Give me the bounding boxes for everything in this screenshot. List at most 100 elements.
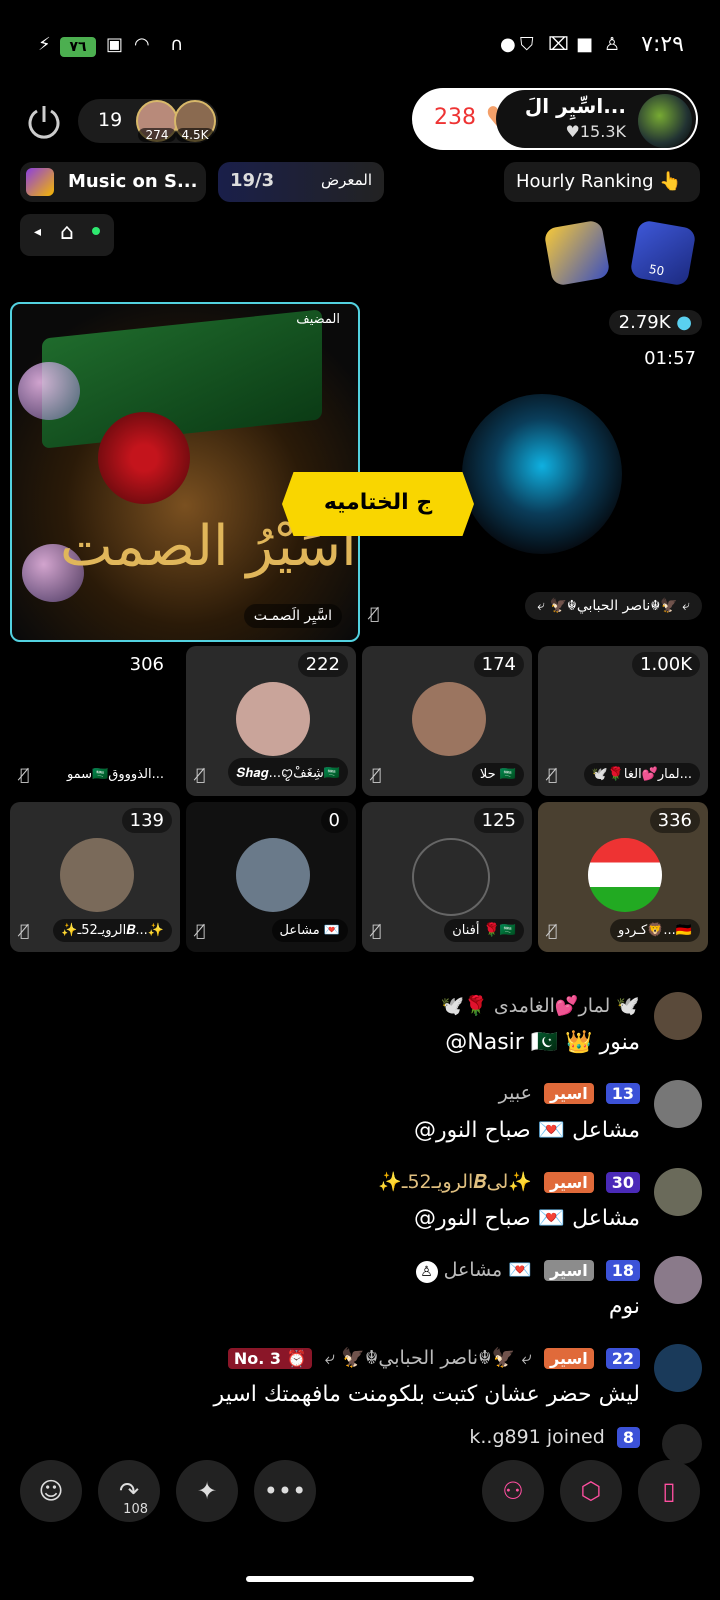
app-notification-icon: ▣ xyxy=(106,34,124,55)
home-icon[interactable]: ⌂ xyxy=(60,220,74,245)
guest-avatar xyxy=(412,682,486,756)
more-icon: ••• xyxy=(263,1477,307,1505)
chat-username: مشاعل 💌 xyxy=(443,1259,532,1281)
rank-badge: No. 3 ⏰ xyxy=(227,1348,313,1369)
mic-muted-icon: 🎙̸ xyxy=(20,765,30,784)
guest-seat[interactable]: 0 مشاعل 💌 🎙̸ xyxy=(186,802,356,952)
headphones-icon: ∩ xyxy=(170,34,184,55)
home-indicator[interactable] xyxy=(246,1576,474,1582)
comment-button[interactable]: ☺ xyxy=(20,1460,82,1522)
guest-seat-name: 🕊️🌹لمار💕الغا... xyxy=(583,763,700,786)
gallery-button[interactable]: 19/3 المعرض xyxy=(218,162,384,202)
join-text: k..g891 joined xyxy=(469,1426,605,1448)
chat-avatar[interactable] xyxy=(654,1168,702,1216)
mic-muted-icon: 🎙̸ xyxy=(196,765,206,784)
guest-timer: 01:57 xyxy=(644,348,696,369)
gift-banner: ج الختاميه xyxy=(282,472,474,536)
battery-indicator: ٧٦ xyxy=(60,37,96,57)
hourly-ranking-button[interactable]: Hourly Ranking 👆 xyxy=(504,162,700,202)
chat-avatar[interactable] xyxy=(654,1080,702,1128)
guest-avatar[interactable] xyxy=(462,394,622,554)
online-dot-icon xyxy=(92,227,100,235)
guest-seat-name: سمو🇸🇦الذوووق... xyxy=(58,763,172,786)
guest-avatar xyxy=(236,682,310,756)
chat-meta: No. 3 ⏰ ⤶ 🦅☬ناصر الحبابي☬🦅 ⤶ اسير 22 xyxy=(227,1346,640,1369)
book-button[interactable]: ▯ xyxy=(638,1460,700,1522)
guest-seat[interactable]: 125 أفنان 🌹🇸🇦 🎙̸ xyxy=(362,802,532,952)
chat-text: ليش حضر عشان كتبت بلكومنت مافهمتك اسير xyxy=(213,1382,640,1407)
host-seat-name: اسَّيِر الَصمـت xyxy=(243,604,342,628)
guests-button[interactable]: ⚇ xyxy=(482,1460,544,1522)
fan-tag: اسير xyxy=(543,1260,594,1281)
magic-wand-icon: ✦ xyxy=(196,1477,218,1505)
guest-seat-name: 𝑺𝒉𝒂𝒈...ꨄشِغَفْ🇸🇦 xyxy=(228,758,348,786)
users-icon: ⚇ xyxy=(502,1477,524,1505)
event-badge[interactable] xyxy=(543,219,611,287)
host-name: اسِّيِر الَ... xyxy=(524,94,626,118)
book-icon: ▯ xyxy=(662,1477,676,1505)
chat-avatar[interactable] xyxy=(654,992,702,1040)
level-badge: 18 xyxy=(605,1260,640,1281)
chat-avatar[interactable] xyxy=(654,1344,702,1392)
gift-box-button[interactable]: ⬡ xyxy=(560,1460,622,1522)
snapchat-icon: ♙ xyxy=(604,34,621,55)
guest-seat-main[interactable]: 2.79K ● 01:57 ⤶ 🦅☬ناصر الحبابي☬🦅 ⤶ xyxy=(372,302,712,638)
host-role-label: المضيف xyxy=(296,312,340,327)
guest-seat[interactable]: 306 سمو🇸🇦الذوووق... 🎙̸ xyxy=(10,646,180,796)
guest-avatar xyxy=(236,838,310,912)
guest-seat[interactable]: 1.00K 🕊️🌹لمار💕الغا... 🎙̸ xyxy=(538,646,708,796)
viewer-avatar[interactable]: 274 xyxy=(136,100,178,142)
fan-club-badge[interactable]: 50 xyxy=(629,219,697,287)
more-button[interactable]: ••• xyxy=(254,1460,316,1522)
guest-seat[interactable]: 222 𝑺𝒉𝒂𝒈...ꨄشِغَفْ🇸🇦 🎙̸ xyxy=(186,646,356,796)
mic-muted-icon: 🎙̸ xyxy=(196,921,206,940)
host-avatar[interactable] xyxy=(638,94,692,148)
bubble-heart-icon xyxy=(18,362,80,420)
chat-username: ✨الرويـ52ـ𝑩لى✨ xyxy=(378,1171,532,1193)
fan-tag: اسير xyxy=(543,1083,594,1104)
wifi-icon: ◠ xyxy=(134,34,150,55)
guest-seat[interactable]: 174 حلا 🇸🇦 🎙̸ xyxy=(362,646,532,796)
room-mini-control[interactable]: ◂ ⌂ xyxy=(20,214,114,256)
guest-name: ⤶ 🦅☬ناصر الحبابي☬🦅 ⤶ xyxy=(525,592,702,620)
host-fans: ♥15.3K xyxy=(565,122,626,141)
level-badge: 22 xyxy=(605,1348,640,1369)
mic-muted-icon: 🎙̸ xyxy=(372,765,382,784)
guest-seat-name: كـردو🦁...🇩🇪 xyxy=(609,919,700,942)
chat-text: @Nasir 🇵🇰 👑 منور xyxy=(445,1030,640,1055)
guest-avatar xyxy=(412,838,490,916)
share-icon: ↷ xyxy=(118,1477,140,1505)
comment-icon: ☺ xyxy=(38,1477,64,1505)
chat-text: @مشاعل 💌 صباح النور xyxy=(414,1206,640,1231)
arrow-left-icon[interactable]: ◂ xyxy=(34,224,41,240)
cube-icon: ⬡ xyxy=(580,1477,602,1505)
chat-text: @مشاعل 💌 صباح النور xyxy=(414,1118,640,1143)
chat-avatar[interactable] xyxy=(662,1424,702,1464)
viewers-pill[interactable]: 19 274 4.5K xyxy=(78,99,218,143)
flag-graphic xyxy=(42,309,322,449)
guest-seat-name: مشاعل 💌 xyxy=(271,919,348,942)
chat-meta: k..g891 joined 8 xyxy=(469,1426,640,1448)
guest-seat[interactable]: 139 ✨الرويـ52ـ𝑩...✨ 🎙̸ xyxy=(10,802,180,952)
viewer-avatar[interactable]: 4.5K xyxy=(174,100,216,142)
chat-meta: ✨الرويـ52ـ𝑩لى✨ اسير 30 xyxy=(378,1170,640,1193)
power-icon[interactable] xyxy=(24,102,64,142)
guest-seat-name: ✨الرويـ52ـ𝑩...✨ xyxy=(53,919,172,942)
chat-meta: ♙ مشاعل 💌 اسير 18 xyxy=(415,1258,640,1283)
bottom-toolbar: ☺ ↷ 108 ✦ ••• ⚇ ⬡ ▯ xyxy=(0,1460,720,1530)
host-info[interactable]: اسِّيِر الَ... ♥15.3K xyxy=(496,90,696,148)
guest-seat-name: حلا 🇸🇦 xyxy=(471,763,524,786)
magic-wand-button[interactable]: ✦ xyxy=(176,1460,238,1522)
clock: ٧:٢٩ xyxy=(641,32,684,57)
video-icon: ■ xyxy=(576,34,594,55)
chat-text: نوم xyxy=(608,1294,640,1319)
host-capsule[interactable]: 238 ♥ اسِّيِر الَ... ♥15.3K xyxy=(412,88,698,150)
chat-avatar[interactable] xyxy=(654,1256,702,1304)
share-button[interactable]: ↷ 108 xyxy=(98,1460,160,1522)
dot-icon: ● xyxy=(500,34,516,55)
fan-tag: اسير xyxy=(543,1348,594,1369)
guest-seat[interactable]: 336 كـردو🦁...🇩🇪 🎙̸ xyxy=(538,802,708,952)
follow-icon[interactable]: ♙ xyxy=(415,1261,438,1283)
chat-username: عبير xyxy=(498,1082,532,1104)
music-button[interactable]: Music on S... xyxy=(20,162,206,202)
